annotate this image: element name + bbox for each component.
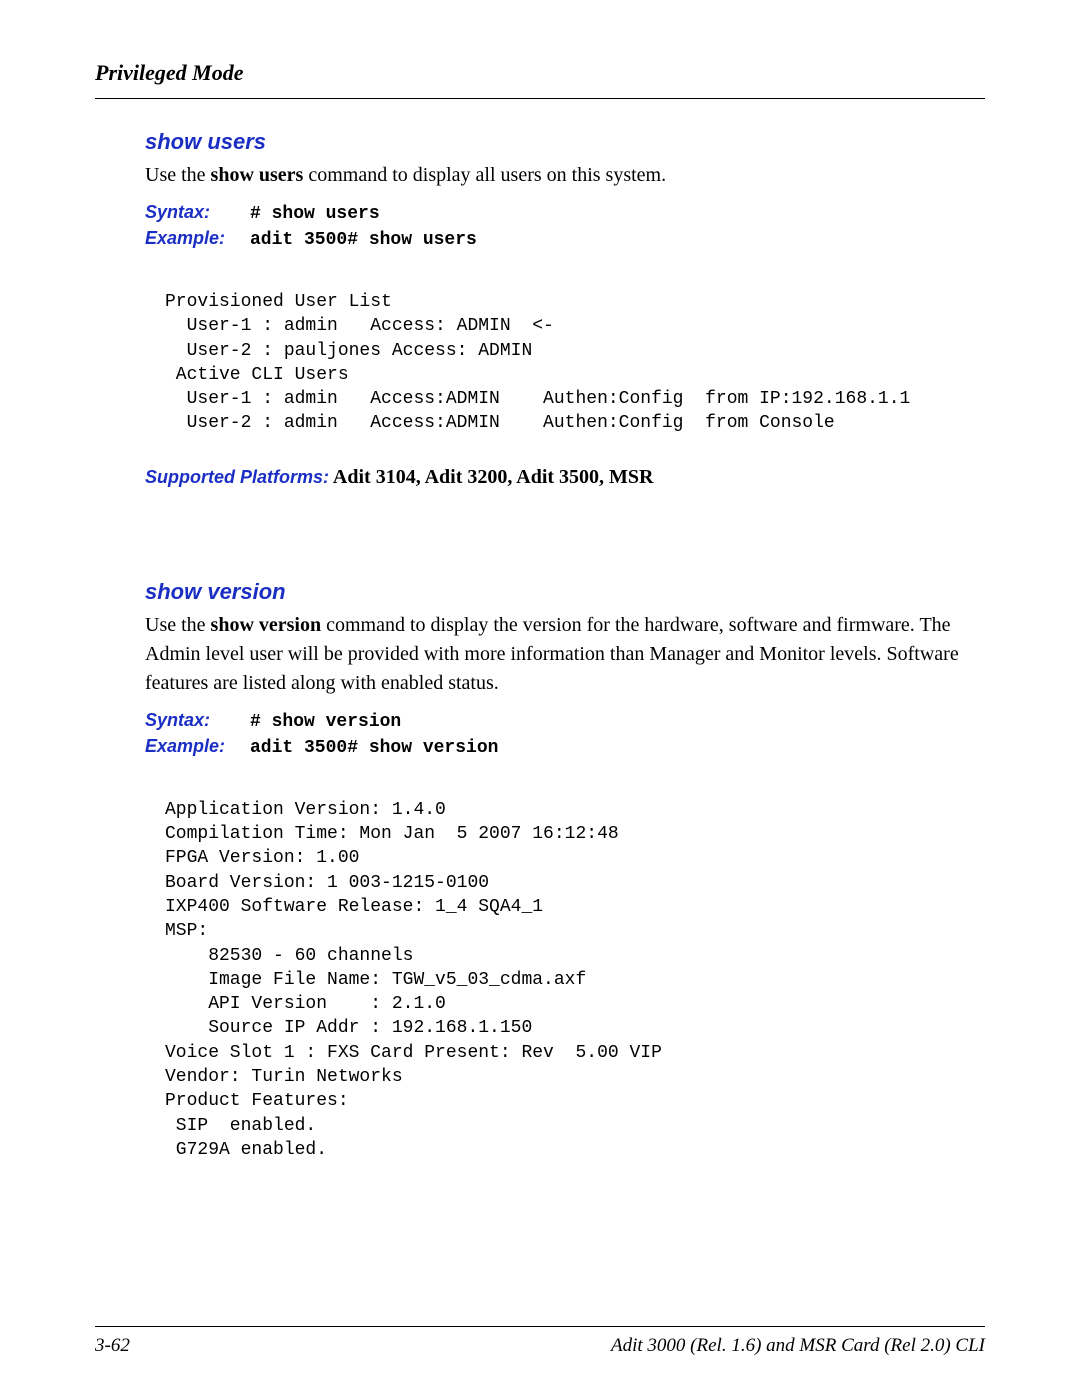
page-container: Privileged Mode show users Use the show … — [0, 0, 1080, 1397]
footer-page-number: 3-62 — [95, 1335, 130, 1357]
footer-line: 3-62 Adit 3000 (Rel. 1.6) and MSR Card (… — [95, 1335, 985, 1357]
example-value: adit 3500# show users — [250, 230, 477, 250]
show-users-description: Use the show users command to display al… — [145, 161, 985, 190]
example-label-v: Example: — [145, 736, 250, 757]
section-heading-show-version: show version — [145, 579, 985, 605]
syntax-value: # show users — [250, 204, 380, 224]
example-row-v: Example: adit 3500# show version — [145, 736, 985, 758]
supported-platforms-label: Supported Platforms: — [145, 467, 329, 487]
section-heading-show-users: show users — [145, 129, 985, 155]
show-version-description: Use the show version command to display … — [145, 611, 985, 698]
desc-pre: Use the — [145, 164, 211, 186]
desc-pre-v: Use the — [145, 614, 211, 636]
syntax-row-v: Syntax: # show version — [145, 710, 985, 732]
header-rule — [95, 98, 985, 99]
footer-rule — [95, 1326, 985, 1327]
desc-post: command to display all users on this sys… — [303, 164, 666, 186]
show-users-output: Provisioned User List User-1 : admin Acc… — [165, 290, 985, 436]
example-row: Example: adit 3500# show users — [145, 228, 985, 250]
page-footer: 3-62 Adit 3000 (Rel. 1.6) and MSR Card (… — [95, 1326, 985, 1357]
desc-bold: show users — [211, 164, 304, 186]
example-label: Example: — [145, 228, 250, 249]
supported-platforms-value: Adit 3104, Adit 3200, Adit 3500, MSR — [329, 466, 653, 488]
example-value-v: adit 3500# show version — [250, 738, 498, 758]
show-version-output: Application Version: 1.4.0 Compilation T… — [165, 798, 985, 1162]
syntax-value-v: # show version — [250, 712, 401, 732]
page-header-title: Privileged Mode — [95, 60, 985, 86]
page-content: show users Use the show users command to… — [95, 129, 985, 1326]
syntax-label-v: Syntax: — [145, 710, 250, 731]
syntax-label: Syntax: — [145, 202, 250, 223]
desc-bold-v: show version — [211, 614, 322, 636]
footer-doc-title: Adit 3000 (Rel. 1.6) and MSR Card (Rel 2… — [611, 1335, 985, 1357]
supported-platforms-row: Supported Platforms: Adit 3104, Adit 320… — [145, 466, 985, 489]
syntax-row: Syntax: # show users — [145, 202, 985, 224]
